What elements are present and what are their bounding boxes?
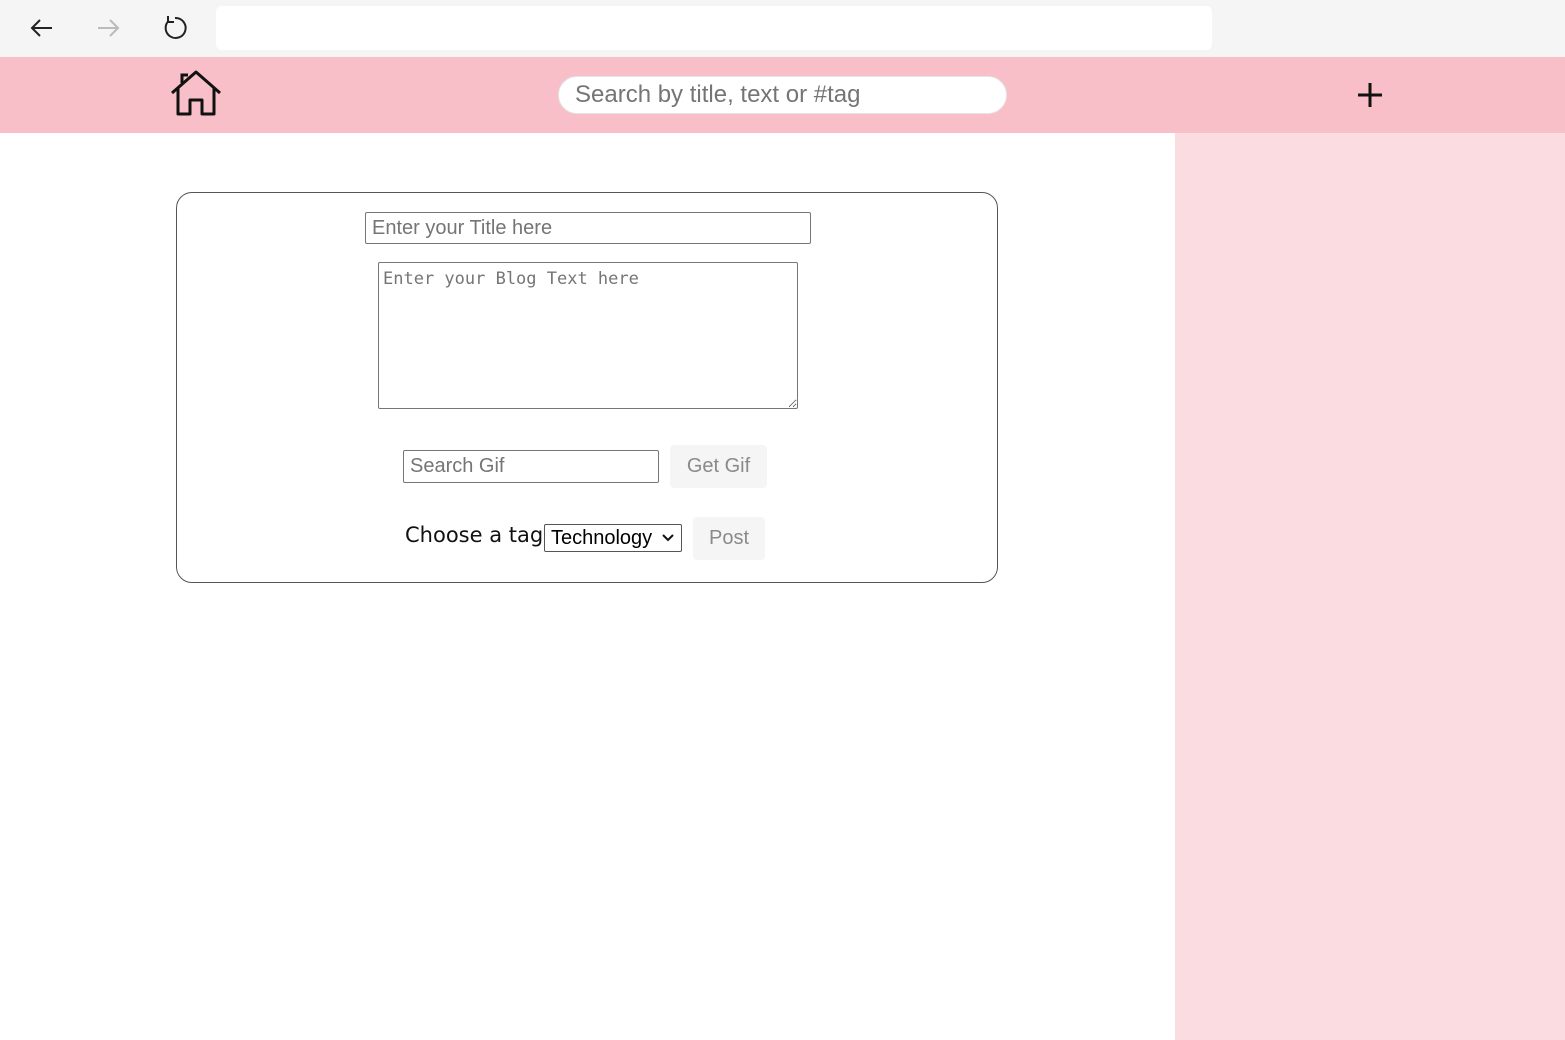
post-button[interactable]: Post	[693, 517, 765, 560]
back-button[interactable]	[24, 10, 60, 46]
arrow-left-icon	[30, 19, 52, 37]
blog-text-area[interactable]	[378, 262, 798, 409]
gif-search-input[interactable]	[403, 450, 659, 483]
reload-icon	[164, 16, 187, 39]
site-header	[0, 57, 1565, 133]
forward-button[interactable]	[90, 10, 126, 46]
address-bar[interactable]	[216, 6, 1212, 50]
post-composer: Get Gif Choose a tag: Technology Post	[176, 192, 998, 583]
tag-label: Choose a tag:	[405, 523, 551, 547]
plus-icon[interactable]	[1354, 79, 1386, 111]
search-input[interactable]	[558, 76, 1007, 114]
arrow-right-icon	[98, 19, 120, 37]
browser-toolbar	[0, 0, 1565, 57]
reload-button[interactable]	[156, 10, 192, 46]
tag-selected-value: Technology	[551, 526, 653, 549]
home-icon[interactable]	[168, 69, 224, 119]
side-panel	[1175, 133, 1565, 1040]
get-gif-button[interactable]: Get Gif	[670, 445, 767, 488]
chevron-down-icon	[662, 534, 674, 542]
title-input[interactable]	[365, 212, 811, 244]
tag-select[interactable]: Technology	[544, 524, 682, 552]
